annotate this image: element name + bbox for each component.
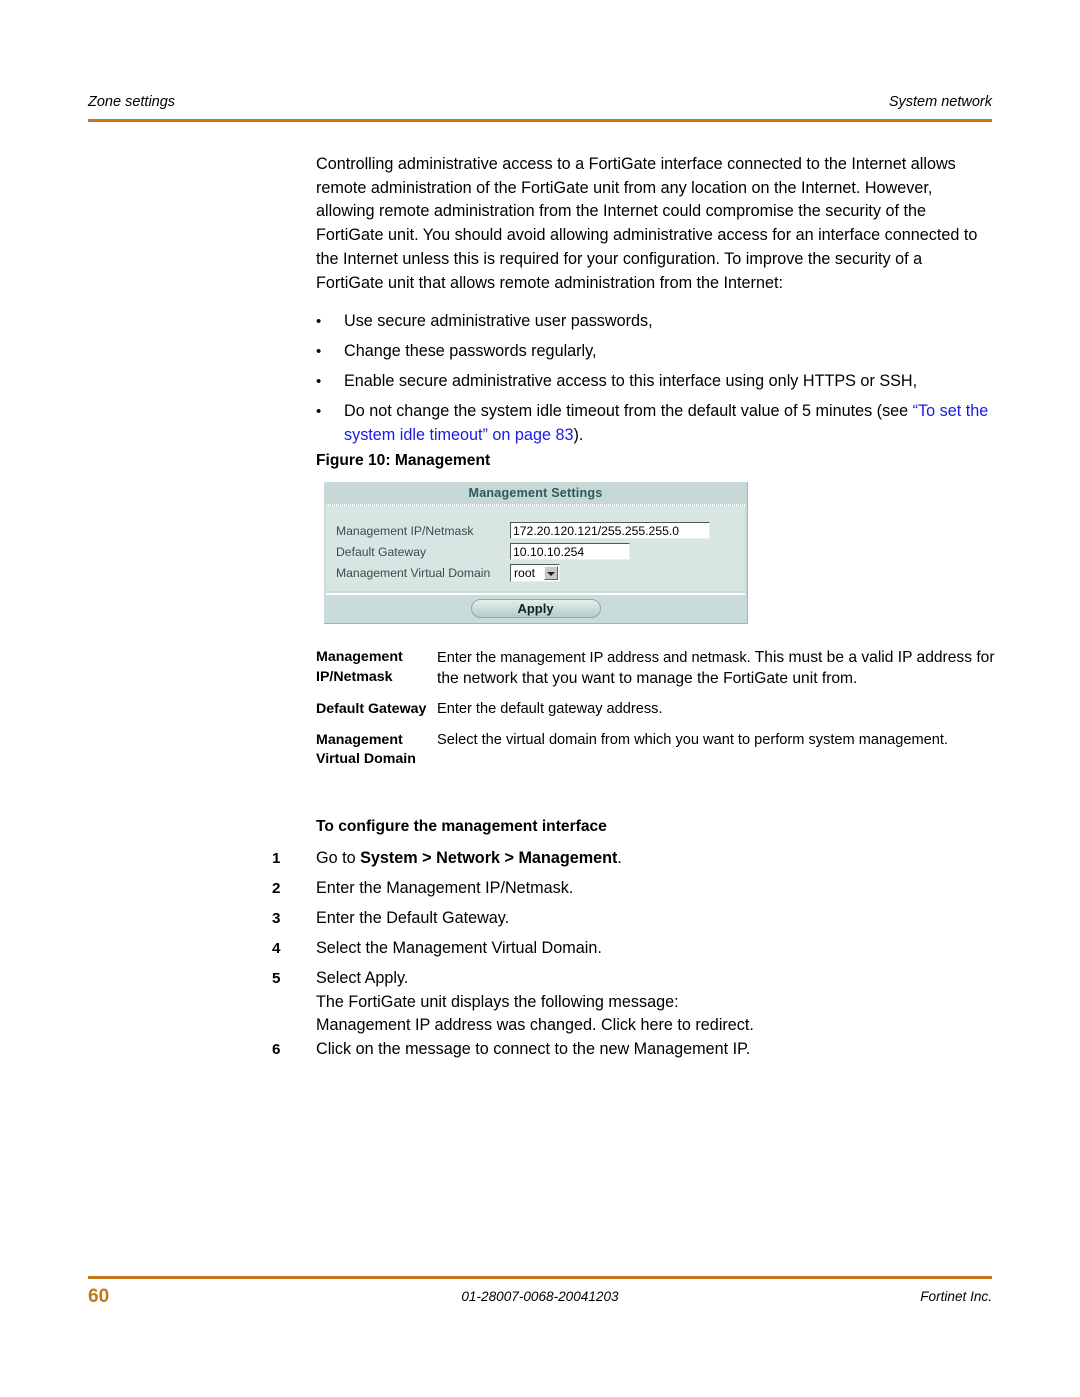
management-virtual-domain-label: Management Virtual Domain — [336, 566, 491, 580]
bullet-marker-icon: • — [316, 313, 322, 330]
form-row-default-gateway: Default Gateway 10.10.10.254 — [326, 543, 745, 564]
bullet-item-text: Do not change the system idle timeout fr… — [344, 400, 996, 447]
management-ip-input[interactable]: 172.20.120.121/255.255.255.0 — [510, 522, 710, 539]
step-message-line: Management IP address was changed. Click… — [316, 1016, 754, 1035]
header-right-title: System network — [888, 94, 992, 110]
procedure-step: 1 Go to System > Network > Management. — [272, 847, 996, 877]
chevron-down-icon[interactable] — [544, 566, 558, 580]
step-note-line: The FortiGate unit displays the followin… — [316, 992, 679, 1011]
running-footer: 60 01-28007-0068-20041203 Fortinet Inc. — [88, 1286, 992, 1312]
table-row: Default Gateway Enter the default gatewa… — [316, 700, 996, 720]
field-description-table: Management IP/Netmask Enter the manageme… — [316, 648, 996, 768]
step-text: Enter the Management IP/Netmask. — [316, 879, 574, 897]
step-number: 4 — [272, 940, 281, 957]
definition-lead: Enter the management IP address and netm… — [437, 650, 755, 666]
bullet-item-text: Change these passwords regularly, — [344, 342, 597, 360]
default-gateway-input[interactable]: 10.10.10.254 — [510, 543, 630, 560]
procedure-heading: To configure the management interface — [316, 818, 607, 835]
widget-title: Management Settings — [325, 483, 746, 504]
step-text-lead: Go to — [316, 849, 361, 867]
document-page: Zone settings System network Controlling… — [0, 0, 1080, 1397]
step-number: 3 — [272, 910, 281, 927]
step-text-tail: . — [617, 849, 622, 867]
step-number: 6 — [272, 1041, 281, 1059]
field-definition: Select the virtual domain from which you… — [437, 731, 949, 748]
document-id: 01-28007-0068-20041203 — [461, 1289, 619, 1304]
management-settings-widget: Management Settings Management IP/Netmas… — [324, 482, 748, 624]
figure-caption: Figure 10: Management — [316, 452, 491, 469]
bullet-item: • Change these passwords regularly, — [316, 340, 996, 367]
apply-button[interactable]: Apply — [470, 599, 601, 618]
virtual-domain-selected-value: root — [514, 566, 536, 580]
bullet-item: • Enable secure administrative access to… — [316, 370, 996, 397]
procedure-step: 5 Select Apply. The FortiGate unit displ… — [272, 967, 996, 1038]
field-term: Management IP/Netmask — [316, 649, 403, 685]
procedure-step: 3 Enter the Default Gateway. — [272, 907, 996, 937]
field-definition: Enter the default gateway address. — [437, 701, 663, 717]
bullet-item-text: Enable secure administrative access to t… — [344, 372, 918, 390]
bullet-marker-icon: • — [316, 373, 322, 390]
step-number: 1 — [272, 850, 281, 867]
bullet-item: • Use secure administrative user passwor… — [316, 310, 996, 337]
company-name: Fortinet Inc. — [920, 1289, 992, 1304]
table-row: Management IP/Netmask Enter the manageme… — [316, 648, 996, 689]
step-text: Click on the message to connect to the n… — [316, 1040, 751, 1059]
step-text: Enter the Default Gateway. — [316, 909, 510, 927]
bullet-list: • Use secure administrative user passwor… — [316, 310, 996, 450]
procedure-step-list: 1 Go to System > Network > Management. 2… — [272, 847, 996, 1068]
intro-paragraph: Controlling administrative access to a F… — [316, 155, 978, 292]
bullet-text-tail: ). — [573, 425, 584, 444]
step-text: Go to System > Network > Management. — [316, 847, 996, 871]
step-text: Select Apply. — [316, 969, 409, 987]
management-virtual-domain-select[interactable]: root — [510, 564, 560, 582]
step-number: 5 — [272, 970, 281, 987]
step-text: Select the Management Virtual Domain. — [316, 939, 602, 957]
form-row-virtual-domain: Management Virtual Domain root — [326, 564, 745, 585]
step-text-bold: System > Network > Management — [360, 849, 618, 867]
field-definition: Enter the management IP address and netm… — [437, 648, 996, 689]
procedure-step: 2 Enter the Management IP/Netmask. — [272, 877, 996, 907]
management-ip-label: Management IP/Netmask — [336, 524, 474, 538]
bullet-marker-icon: • — [316, 403, 322, 420]
bullet-marker-icon: • — [316, 343, 322, 360]
procedure-step: 6 Click on the message to connect to the… — [272, 1038, 996, 1068]
field-term: Default Gateway — [316, 701, 427, 717]
header-left-title: Zone settings — [88, 94, 176, 110]
running-header: Zone settings System network — [88, 94, 992, 120]
default-gateway-label: Default Gateway — [336, 545, 427, 559]
step-number: 2 — [272, 880, 281, 897]
widget-form-body: Management IP/Netmask 172.20.120.121/255… — [326, 506, 745, 591]
header-divider-rule — [88, 119, 992, 122]
footer-divider-rule — [88, 1276, 992, 1279]
table-row: Management Virtual Domain Select the vir… — [316, 731, 996, 768]
bullet-item-text: Use secure administrative user passwords… — [344, 312, 653, 330]
bullet-text-lead: Do not change the system idle timeout fr… — [344, 402, 913, 420]
field-term: Management Virtual Domain — [316, 731, 416, 768]
bullet-item: • Do not change the system idle timeout … — [316, 400, 996, 447]
widget-footer: Apply — [326, 593, 745, 623]
form-row-management-ip: Management IP/Netmask 172.20.120.121/255… — [326, 522, 745, 543]
procedure-step: 4 Select the Management Virtual Domain. — [272, 937, 996, 967]
